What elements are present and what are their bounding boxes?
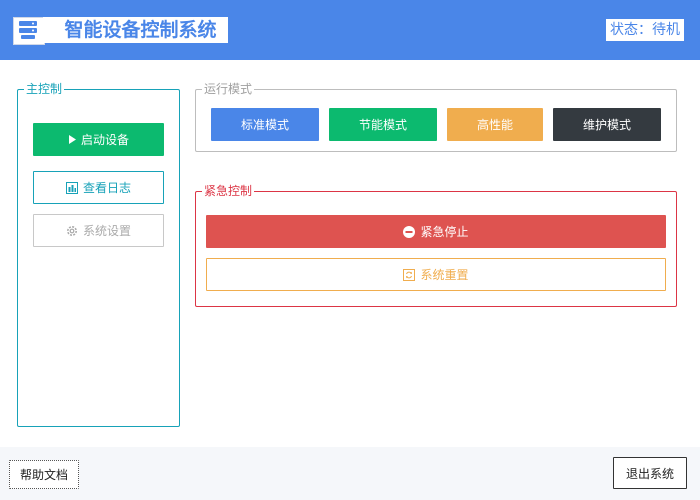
help-docs-button[interactable]: 帮助文档: [9, 460, 79, 489]
status-text: 状态：待机: [606, 19, 684, 41]
emergency-control-legend: 紧急控制: [202, 184, 255, 198]
maintenance-mode-button[interactable]: 维护模式: [553, 108, 661, 141]
play-icon: [68, 135, 76, 144]
refresh-icon: [403, 268, 416, 281]
stop-icon: [403, 225, 416, 238]
main-control-legend: 主控制: [24, 82, 65, 96]
app-logo: [13, 17, 45, 45]
emergency-stop-button[interactable]: 紧急停止: [206, 215, 666, 248]
view-log-button[interactable]: 查看日志: [33, 171, 164, 204]
operating-mode-legend: 运行模式: [202, 82, 255, 96]
system-settings-label: 系统设置: [82, 224, 131, 238]
view-log-label: 查看日志: [82, 181, 131, 195]
system-settings-button[interactable]: 系统设置: [33, 214, 164, 247]
system-reset-button[interactable]: 系统重置: [206, 258, 666, 291]
emergency-control-panel: 紧急控制 紧急停止 系统重置: [195, 184, 677, 307]
start-device-button[interactable]: 启动设备: [33, 123, 164, 156]
bar-chart-icon: [65, 181, 78, 194]
main-control-panel: 主控制 启动设备 查看日志 系统设置: [17, 82, 180, 427]
gear-icon: [66, 225, 78, 237]
high-performance-mode-button[interactable]: 高性能: [447, 108, 543, 141]
app-title: 智能设备控制系统: [43, 17, 228, 43]
footer-bar: 帮助文档 退出系统: [0, 447, 700, 500]
emergency-stop-label: 紧急停止: [420, 225, 469, 239]
standard-mode-button[interactable]: 标准模式: [211, 108, 319, 141]
system-reset-label: 系统重置: [420, 268, 469, 282]
exit-system-button[interactable]: 退出系统: [613, 457, 687, 489]
energy-saving-mode-button[interactable]: 节能模式: [329, 108, 437, 141]
server-icon: [19, 21, 37, 39]
operating-mode-panel: 运行模式 标准模式 节能模式 高性能 维护模式: [195, 82, 677, 152]
app-header: 智能设备控制系统 状态：待机: [0, 0, 700, 60]
start-device-label: 启动设备: [80, 133, 129, 147]
